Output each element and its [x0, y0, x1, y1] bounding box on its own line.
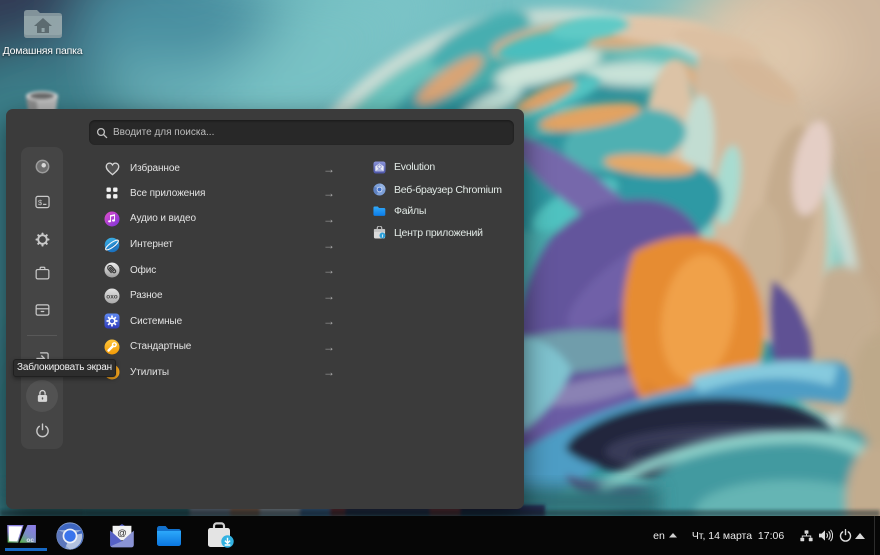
svg-text:$: $ [38, 198, 43, 207]
svg-text:@: @ [117, 528, 127, 539]
svg-text:oxo: oxo [106, 293, 118, 300]
svg-text:oc: oc [26, 537, 34, 544]
